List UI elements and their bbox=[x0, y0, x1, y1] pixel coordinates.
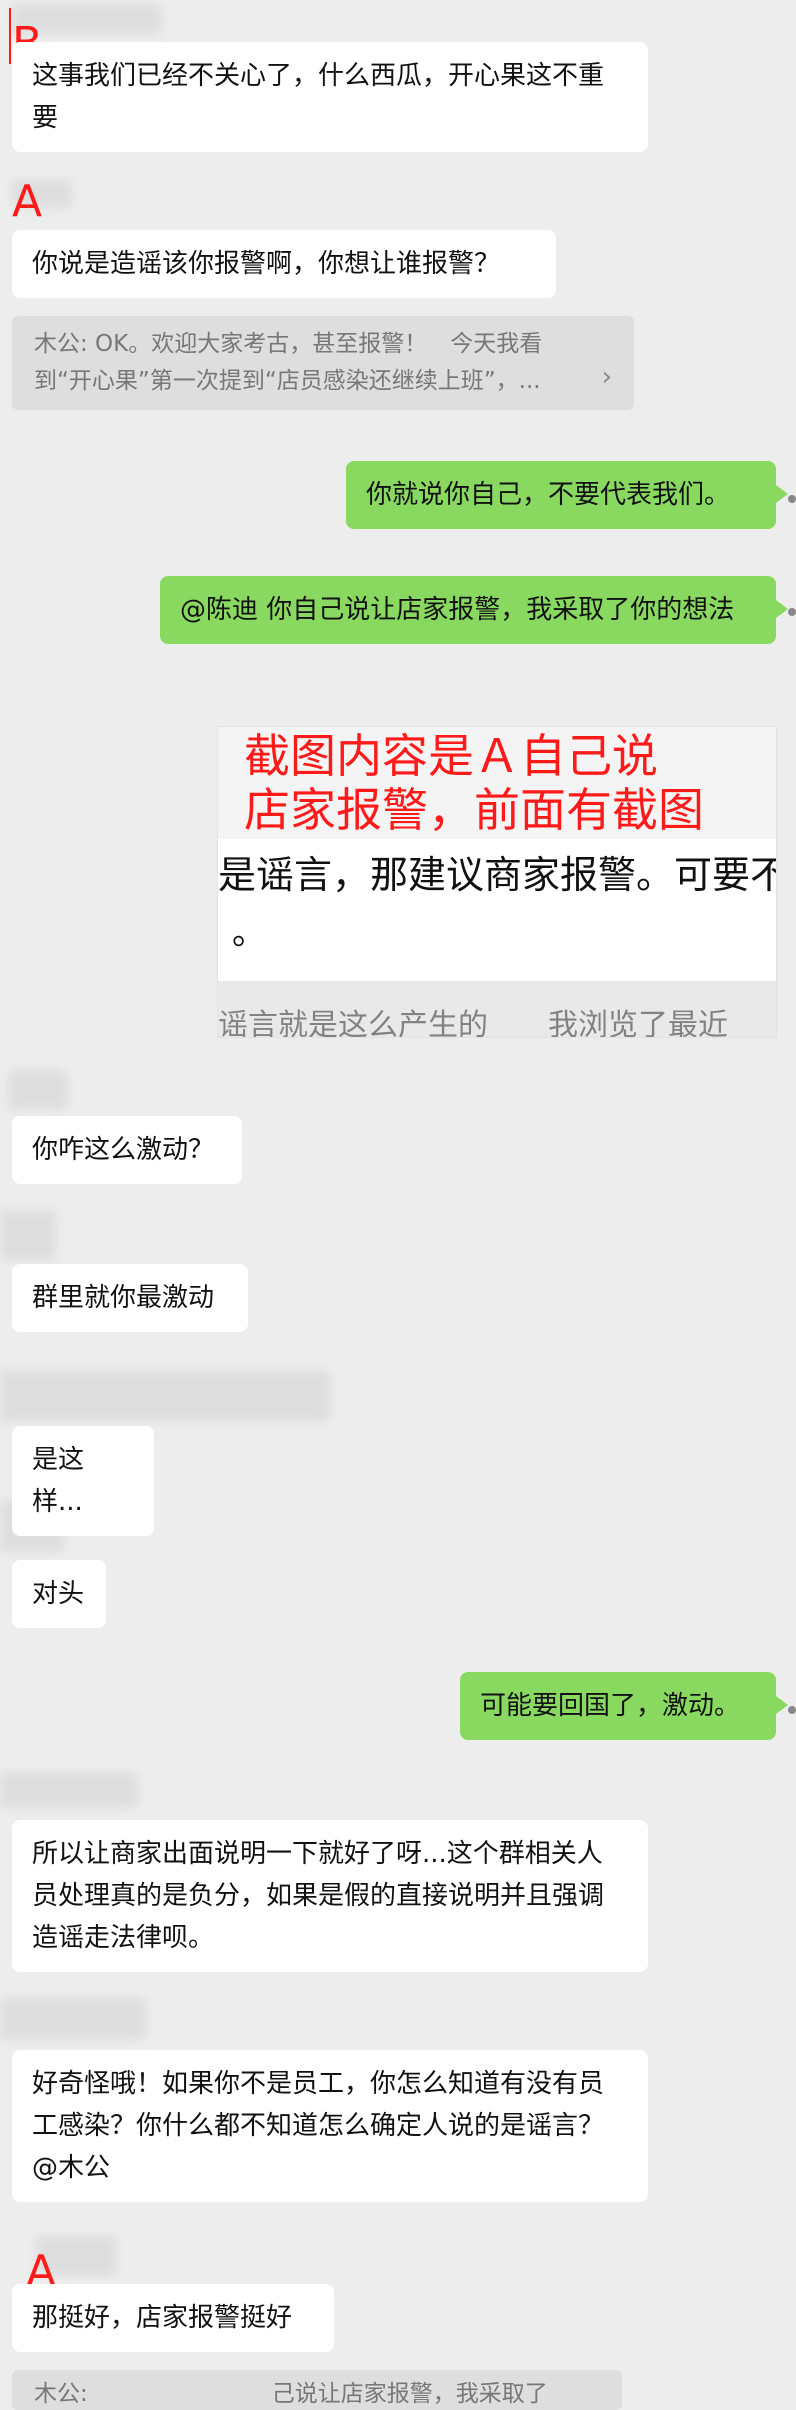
sender-name-blurred bbox=[8, 1070, 68, 1110]
message-bubble-incoming[interactable]: 这事我们已经不关心了，什么西瓜，开心果这不重要 bbox=[12, 42, 648, 152]
text-cursor bbox=[9, 8, 11, 64]
caption-line: 店家报警，前面有截图 bbox=[244, 783, 704, 837]
quoted-message-partial[interactable]: 木公: 己说让店家报警，我采取了你的想 bbox=[12, 2370, 622, 2410]
quoted-message-text: 木公: 己说让店家报警，我采取了你的想 bbox=[34, 2381, 548, 2407]
message-bubble-outgoing[interactable]: 可能要回国了，激动。 bbox=[460, 1672, 788, 1740]
avatar-edge bbox=[788, 1706, 796, 1714]
message-bubble-incoming[interactable]: 群里就你最激动 bbox=[12, 1264, 248, 1332]
avatar-edge bbox=[788, 608, 796, 616]
screenshot-text-line: 。 bbox=[232, 913, 266, 953]
message-bubble-incoming[interactable]: 是这样... bbox=[12, 1426, 154, 1536]
screenshot-image[interactable]: 是谣言，那建议商家报警。可要不 。 谣言就是这么产生的 我浏览了最近 截图内容是… bbox=[217, 726, 777, 1038]
message-bubble-incoming[interactable]: 好奇怪哦！如果你不是员工，你怎么知道有没有员工感染？你什么都不知道怎么确定人说的… bbox=[12, 2050, 648, 2202]
message-bubble-incoming[interactable]: 对头 bbox=[12, 1560, 106, 1628]
message-bubble-incoming[interactable]: 你说是造谣该你报警啊，你想让谁报警？ bbox=[12, 230, 556, 298]
message-bubble-outgoing[interactable]: 你就说你自己，不要代表我们。 bbox=[346, 461, 788, 529]
sender-name-blurred bbox=[0, 1370, 330, 1422]
screenshot-text-line-cut: 谣言就是这么产生的 我浏览了最近 bbox=[218, 1008, 728, 1038]
annotation-label-a: A bbox=[12, 176, 43, 227]
avatar-edge bbox=[788, 495, 796, 503]
sender-name-blurred bbox=[0, 1210, 56, 1260]
sender-name-blurred bbox=[0, 1998, 146, 2040]
quoted-message[interactable]: 木公: OK。欢迎大家考古，甚至报警！ 今天我看到“开心果”第一次提到“店员感染… bbox=[12, 316, 634, 410]
screenshot-red-caption: 截图内容是Ａ自己说 店家报警，前面有截图 bbox=[244, 729, 704, 837]
caption-line: 截图内容是Ａ自己说 bbox=[244, 729, 658, 783]
quoted-message-text: 木公: OK。欢迎大家考古，甚至报警！ 今天我看到“开心果”第一次提到“店员感染… bbox=[34, 331, 543, 394]
message-bubble-incoming[interactable]: 所以让商家出面说明一下就好了呀...这个群相关人员处理真的是负分，如果是假的直接… bbox=[12, 1820, 648, 1972]
sender-name-blurred bbox=[0, 1772, 138, 1808]
message-bubble-outgoing[interactable]: @陈迪 你自己说让店家报警，我采取了你的想法 bbox=[160, 576, 788, 644]
screenshot-text-line: 是谣言，那建议商家报警。可要不 bbox=[218, 853, 777, 897]
message-bubble-incoming[interactable]: 你咋这么激动？ bbox=[12, 1116, 242, 1184]
chevron-right-icon: › bbox=[601, 362, 612, 392]
message-bubble-incoming[interactable]: 那挺好，店家报警挺好 bbox=[12, 2284, 334, 2352]
